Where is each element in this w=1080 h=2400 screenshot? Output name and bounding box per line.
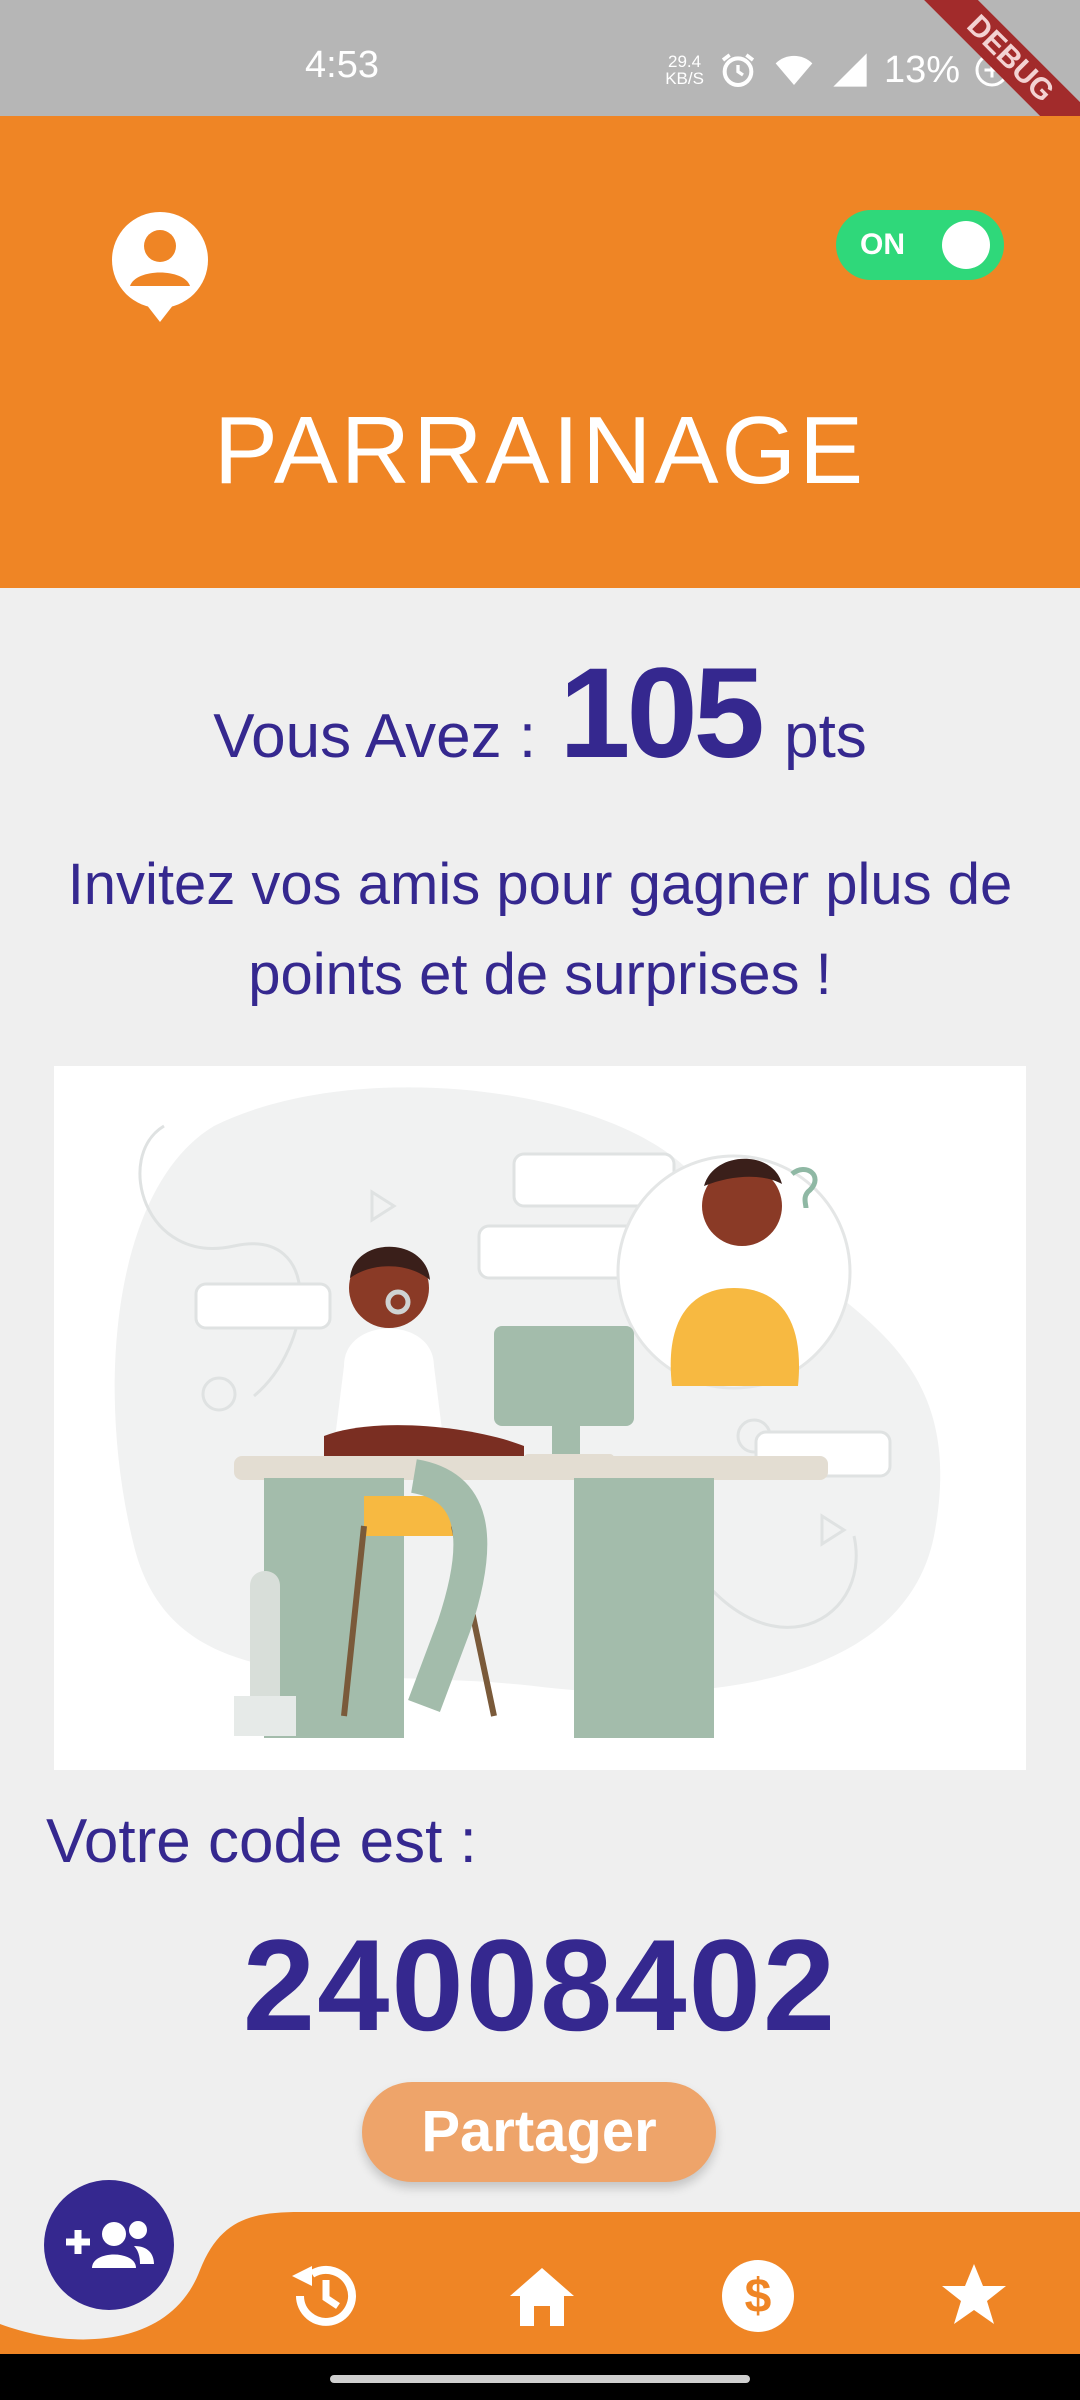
status-time: 4:53 — [305, 44, 379, 86]
points-suffix: pts — [784, 702, 867, 771]
net-speed-unit: KB/S — [665, 69, 704, 88]
invite-text: Invitez vos amis pour gagner plus de poi… — [67, 852, 1013, 1007]
toggle-knob — [942, 221, 990, 269]
status-bar: 4:53 29.4 KB/S 13% DEBUG — [0, 0, 1080, 165]
status-toggle[interactable]: ON — [836, 210, 1004, 280]
referral-code: 24008402 — [242, 1912, 838, 2058]
battery-percent: 13% — [883, 48, 960, 91]
status-icons: 29.4 KB/S 13% — [665, 40, 1010, 100]
profile-icon[interactable] — [110, 212, 210, 324]
toggle-label: ON — [860, 228, 905, 261]
wifi-icon — [775, 55, 813, 85]
home-indicator[interactable] — [330, 2375, 750, 2383]
add-group-icon — [66, 2221, 154, 2268]
code-label: Votre code est : — [46, 1807, 477, 1876]
alarm-icon — [721, 53, 755, 87]
signal-icon — [833, 53, 867, 87]
nav-dollar[interactable]: $ — [716, 2254, 800, 2338]
nav-referral[interactable] — [44, 2180, 174, 2310]
page-title: PARRAINAGE — [213, 397, 867, 504]
points-summary: Vous Avez : 105 pts — [0, 640, 1080, 787]
net-speed: 29.4 KB/S — [665, 53, 704, 87]
points-prefix: Vous Avez : — [213, 702, 537, 771]
points-value: 105 — [559, 642, 765, 785]
referral-illustration — [54, 1066, 1026, 1770]
nav-favorites[interactable] — [932, 2254, 1016, 2338]
net-speed-value: 29.4 — [668, 52, 702, 71]
header: ON PARRAINAGE — [0, 116, 1080, 588]
share-button[interactable]: Partager — [362, 2082, 716, 2182]
nav-history[interactable] — [282, 2254, 366, 2338]
svg-text:$: $ — [745, 2270, 772, 2323]
nav-home[interactable] — [500, 2254, 584, 2338]
